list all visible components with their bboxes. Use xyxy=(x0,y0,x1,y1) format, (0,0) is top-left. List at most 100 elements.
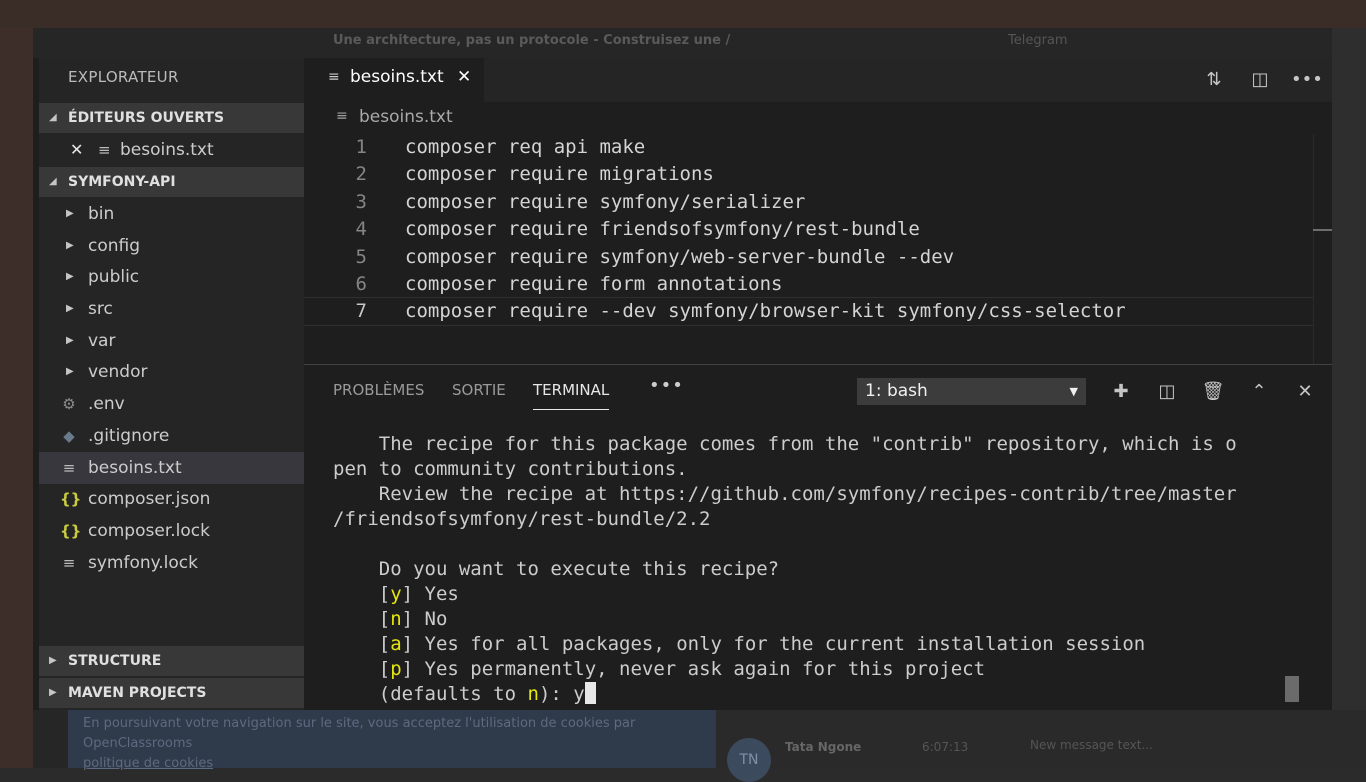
tab-terminal[interactable]: TERMINAL xyxy=(533,381,609,399)
sidebar-item-gitignore[interactable]: ◆ .gitignore xyxy=(39,420,304,452)
sidebar-item-public[interactable]: ▶ public xyxy=(39,261,304,293)
option-text: Yes permanently, never ask again for thi… xyxy=(424,658,986,680)
trash-icon[interactable]: 🗑 xyxy=(1198,377,1228,407)
sidebar-item-label: src xyxy=(88,299,113,319)
explorer-sidebar: EXPLORATEUR ◢ ÉDITEURS OUVERTS ✕ ≡ besoi… xyxy=(39,58,304,710)
sidebar-item-composer-json[interactable]: {} composer.json xyxy=(39,483,304,515)
code-line: 1 composer req api make xyxy=(304,134,1332,161)
background-browser-tab-title: Une architecture, pas un protocole - Con… xyxy=(333,33,731,48)
code-editor[interactable]: 1 composer req api make 2 composer requi… xyxy=(304,134,1332,364)
cookie-link: politique de cookies xyxy=(83,756,214,771)
chevron-right-icon: ▶ xyxy=(66,335,74,346)
section-label: STRUCTURE xyxy=(68,653,162,669)
editor-scrollbar[interactable] xyxy=(1313,134,1332,364)
terminal-line: The recipe for this package comes from t… xyxy=(333,433,1237,455)
sidebar-item-var[interactable]: ▶ var xyxy=(39,325,304,357)
chevron-down-icon: ◢ xyxy=(49,176,57,187)
line-text: composer require --dev symfony/browser-k… xyxy=(405,300,1126,322)
braces-icon: {} xyxy=(60,490,82,508)
terminal-line: pen to community contributions. xyxy=(333,458,688,480)
code-line: 3 composer require symfony/serializer xyxy=(304,189,1332,216)
chevron-right-icon: ▶ xyxy=(66,240,74,251)
terminal-scrollbar-thumb[interactable] xyxy=(1285,676,1299,702)
line-text: composer require form annotations xyxy=(405,273,783,295)
option-key: y xyxy=(390,583,402,605)
sidebar-item-label: symfony.lock xyxy=(88,553,198,573)
terminal-line: /friendsofsymfony/rest-bundle/2.2 xyxy=(333,508,711,530)
sidebar-item-besoins[interactable]: ≡ besoins.txt xyxy=(39,452,304,484)
prompt-text: (defaults to xyxy=(378,683,528,705)
section-label: ÉDITEURS OUVERTS xyxy=(68,110,225,126)
terminal-output[interactable]: The recipe for this package comes from t… xyxy=(333,432,1303,707)
chevron-up-icon[interactable]: ⌃ xyxy=(1244,377,1274,407)
chevron-right-icon: ▶ xyxy=(66,366,74,377)
terminal-option: [y] Yes xyxy=(333,583,459,605)
option-text: Yes for all packages, only for the curre… xyxy=(424,633,1146,655)
option-key: n xyxy=(390,608,402,630)
split-editor-icon[interactable]: ◫ xyxy=(1245,65,1275,95)
chevron-right-icon: ▶ xyxy=(66,208,74,219)
editor-tab-bar: ≡ besoins.txt ✕ ⇅ ◫ ••• xyxy=(304,58,1332,102)
chevron-down-icon: ◢ xyxy=(49,112,57,123)
sidebar-item-config[interactable]: ▶ config xyxy=(39,230,304,262)
chevron-right-icon: ▶ xyxy=(66,303,74,314)
prompt-text: ): xyxy=(538,683,574,705)
tab-besoins[interactable]: ≡ besoins.txt ✕ xyxy=(304,58,484,102)
terminal-cursor xyxy=(584,682,596,704)
line-text: composer require symfony/serializer xyxy=(405,191,806,213)
close-icon[interactable]: ✕ xyxy=(457,67,471,87)
open-changes-icon[interactable]: ⇅ xyxy=(1199,65,1229,95)
sidebar-item-vendor[interactable]: ▶ vendor xyxy=(39,356,304,388)
sidebar-item-bin[interactable]: ▶ bin xyxy=(39,198,304,230)
section-structure[interactable]: ▶ STRUCTURE xyxy=(39,646,304,676)
code-line-current: 7 composer require --dev symfony/browser… xyxy=(304,297,1332,326)
sidebar-item-label: config xyxy=(88,236,141,256)
section-open-editors[interactable]: ◢ ÉDITEURS OUVERTS xyxy=(39,103,304,133)
more-icon[interactable]: ••• xyxy=(649,375,684,396)
terminal-prompt: (defaults to n): y xyxy=(333,682,1303,707)
section-project[interactable]: ◢ SYMFONY-API xyxy=(39,167,304,197)
chat-message-input: New message text... xyxy=(1030,738,1153,752)
terminal-line: Review the recipe at https://github.com/… xyxy=(333,483,1237,505)
close-icon[interactable]: ✕ xyxy=(1290,377,1320,407)
plus-icon[interactable]: ✚ xyxy=(1106,377,1136,407)
background-cookie-text: En poursuivant votre navigation sur le s… xyxy=(83,714,713,774)
section-maven-projects[interactable]: ▶ MAVEN PROJECTS xyxy=(39,678,304,708)
close-icon[interactable]: ✕ xyxy=(70,134,83,166)
terminal-option: [p] Yes permanently, never ask again for… xyxy=(333,658,986,680)
line-text: composer require friendsofsymfony/rest-b… xyxy=(405,218,920,240)
section-label: MAVEN PROJECTS xyxy=(68,685,207,701)
line-number: 3 xyxy=(355,191,367,213)
more-actions-icon[interactable]: ••• xyxy=(1291,65,1323,95)
chevron-right-icon: ▶ xyxy=(49,655,57,666)
split-terminal-icon[interactable]: ◫ xyxy=(1152,377,1182,407)
chevron-right-icon: ▶ xyxy=(66,271,74,282)
browser-background xyxy=(0,0,1366,28)
gear-icon: ⚙ xyxy=(62,395,76,413)
tab-label: besoins.txt xyxy=(350,67,444,87)
background-window-edge-right xyxy=(1332,28,1366,768)
text-file-icon: ≡ xyxy=(98,141,111,159)
line-text: composer require migrations xyxy=(405,163,714,185)
background-telegram-title: Telegram xyxy=(1008,33,1068,48)
sidebar-item-symfony-lock[interactable]: ≡ symfony.lock xyxy=(39,547,304,579)
open-editor-item[interactable]: ✕ ≡ besoins.txt xyxy=(39,134,304,166)
sidebar-item-env[interactable]: ⚙ .env xyxy=(39,388,304,420)
option-key: a xyxy=(390,633,402,655)
terminal-select[interactable]: 1: bash ▼ xyxy=(857,378,1086,405)
chevron-right-icon: ▶ xyxy=(49,687,57,698)
tab-problems[interactable]: PROBLÈMES xyxy=(333,381,424,399)
code-line: 5 composer require symfony/web-server-bu… xyxy=(304,244,1332,271)
code-line: 2 composer require migrations xyxy=(304,161,1332,188)
sidebar-item-label: public xyxy=(88,267,140,287)
sidebar-item-composer-lock[interactable]: {} composer.lock xyxy=(39,515,304,547)
text-file-icon: ≡ xyxy=(328,69,340,85)
code-line: 6 composer require form annotations xyxy=(304,271,1332,298)
explorer-title: EXPLORATEUR xyxy=(68,68,179,86)
sidebar-item-src[interactable]: ▶ src xyxy=(39,293,304,325)
sidebar-item-label: composer.json xyxy=(88,489,211,509)
breadcrumb[interactable]: ≡ besoins.txt xyxy=(304,102,1332,134)
option-text: No xyxy=(424,608,448,630)
tab-output[interactable]: SORTIE xyxy=(452,381,506,399)
